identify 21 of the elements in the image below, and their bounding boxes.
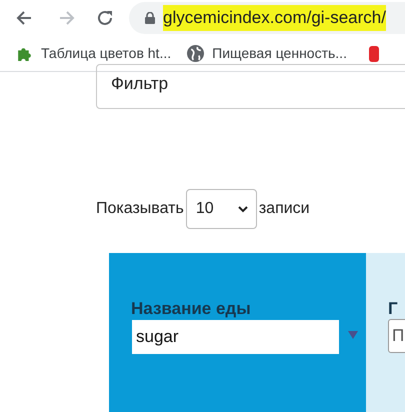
entries-select[interactable]: 10 [186, 189, 257, 229]
column-filter-field[interactable]: П [388, 319, 405, 353]
back-icon[interactable] [15, 9, 33, 27]
filter-field[interactable]: Фильтр [96, 64, 405, 109]
column-header[interactable]: Название еды sugar [109, 253, 366, 412]
globe-icon [187, 45, 204, 62]
bookmark-link[interactable]: Пищевая ценность... [212, 43, 347, 64]
column-header[interactable]: Г П [366, 253, 405, 412]
address-bar[interactable]: glycemicindex.com/gi-search/ [129, 2, 405, 34]
entries-label: Показывать [96, 199, 184, 219]
column-filter-field[interactable]: sugar [131, 319, 340, 355]
chevron-down-icon [238, 206, 248, 212]
lock-icon [145, 12, 155, 24]
column-label: Название еды [131, 299, 252, 319]
puzzle-icon [16, 45, 33, 62]
url-text: glycemicindex.com/gi-search/ [163, 5, 386, 31]
reload-icon[interactable] [96, 9, 114, 27]
bookmark-icon[interactable] [368, 46, 379, 62]
column-label: Г [388, 299, 399, 319]
entries-label: записи [258, 199, 310, 219]
bookmark-link[interactable]: Таблица цветов ht... [41, 43, 172, 64]
